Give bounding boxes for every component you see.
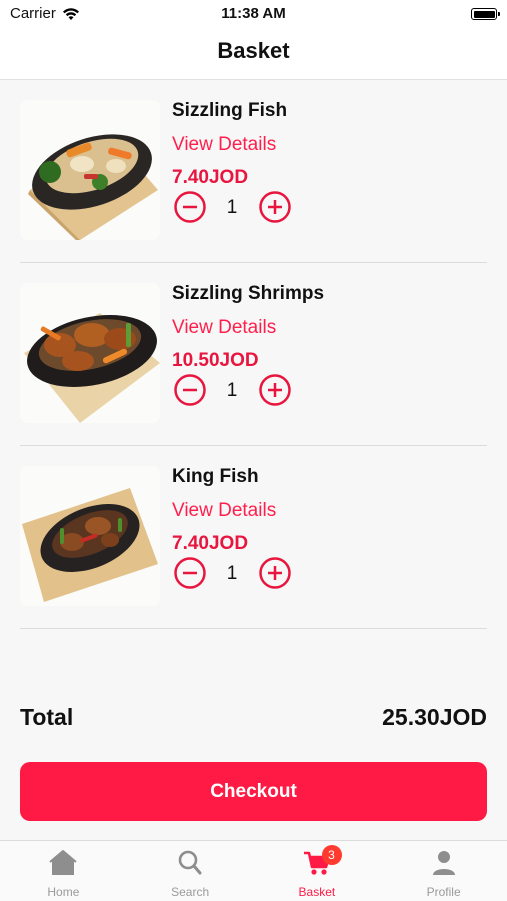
cart-count-badge: 3 bbox=[321, 845, 342, 865]
tab-basket[interactable]: 3 Basket bbox=[254, 841, 381, 901]
item-name: King Fish bbox=[172, 466, 259, 487]
total-value: 25.30JOD bbox=[382, 704, 487, 730]
tab-label: Profile bbox=[426, 885, 461, 899]
total-label: Total bbox=[20, 704, 74, 730]
status-bar: Carrier 11:38 AM bbox=[0, 0, 507, 30]
view-details-link[interactable]: View Details bbox=[172, 134, 276, 156]
increase-quantity-button[interactable] bbox=[259, 191, 291, 223]
tab-label: Basket bbox=[298, 885, 336, 899]
tab-search[interactable]: Search bbox=[127, 841, 254, 901]
tab-profile[interactable]: Profile bbox=[380, 841, 507, 901]
view-details-link[interactable]: View Details bbox=[172, 317, 276, 339]
tab-home[interactable]: Home bbox=[0, 841, 127, 901]
increase-quantity-button[interactable] bbox=[259, 557, 291, 589]
battery-icon bbox=[471, 8, 500, 20]
item-price: 7.40JOD bbox=[172, 167, 249, 188]
tab-label: Search bbox=[171, 885, 210, 899]
item-name: Sizzling Fish bbox=[172, 100, 288, 121]
item-name: Sizzling Shrimps bbox=[172, 283, 325, 304]
quantity-value: 1 bbox=[226, 380, 238, 401]
search-icon bbox=[178, 850, 202, 875]
basket-item: Sizzling Shrimps View Details 10.50JOD 1 bbox=[20, 263, 487, 446]
basket-item: Sizzling Fish View Details 7.40JOD 1 bbox=[20, 80, 487, 263]
decrease-quantity-button[interactable] bbox=[174, 191, 206, 223]
person-icon bbox=[432, 851, 455, 875]
quantity-value: 1 bbox=[226, 563, 238, 584]
view-details-link[interactable]: View Details bbox=[172, 500, 276, 522]
item-price: 10.50JOD bbox=[172, 350, 259, 371]
product-image bbox=[20, 466, 160, 606]
decrease-quantity-button[interactable] bbox=[174, 557, 206, 589]
increase-quantity-button[interactable] bbox=[259, 374, 291, 406]
product-image bbox=[20, 100, 160, 240]
basket-item: King Fish View Details 7.40JOD 1 bbox=[20, 446, 487, 629]
product-image bbox=[20, 283, 160, 423]
page-title: Basket bbox=[217, 38, 290, 63]
home-icon bbox=[49, 850, 78, 875]
item-price: 7.40JOD bbox=[172, 533, 249, 554]
status-time: 11:38 AM bbox=[221, 5, 286, 22]
decrease-quantity-button[interactable] bbox=[174, 374, 206, 406]
tab-bar: Home Search 3 Basket Profile bbox=[0, 840, 507, 901]
nav-bar: Basket bbox=[0, 30, 507, 80]
tab-label: Home bbox=[47, 885, 80, 899]
quantity-value: 1 bbox=[226, 197, 238, 218]
checkout-button[interactable]: Checkout bbox=[20, 762, 487, 821]
